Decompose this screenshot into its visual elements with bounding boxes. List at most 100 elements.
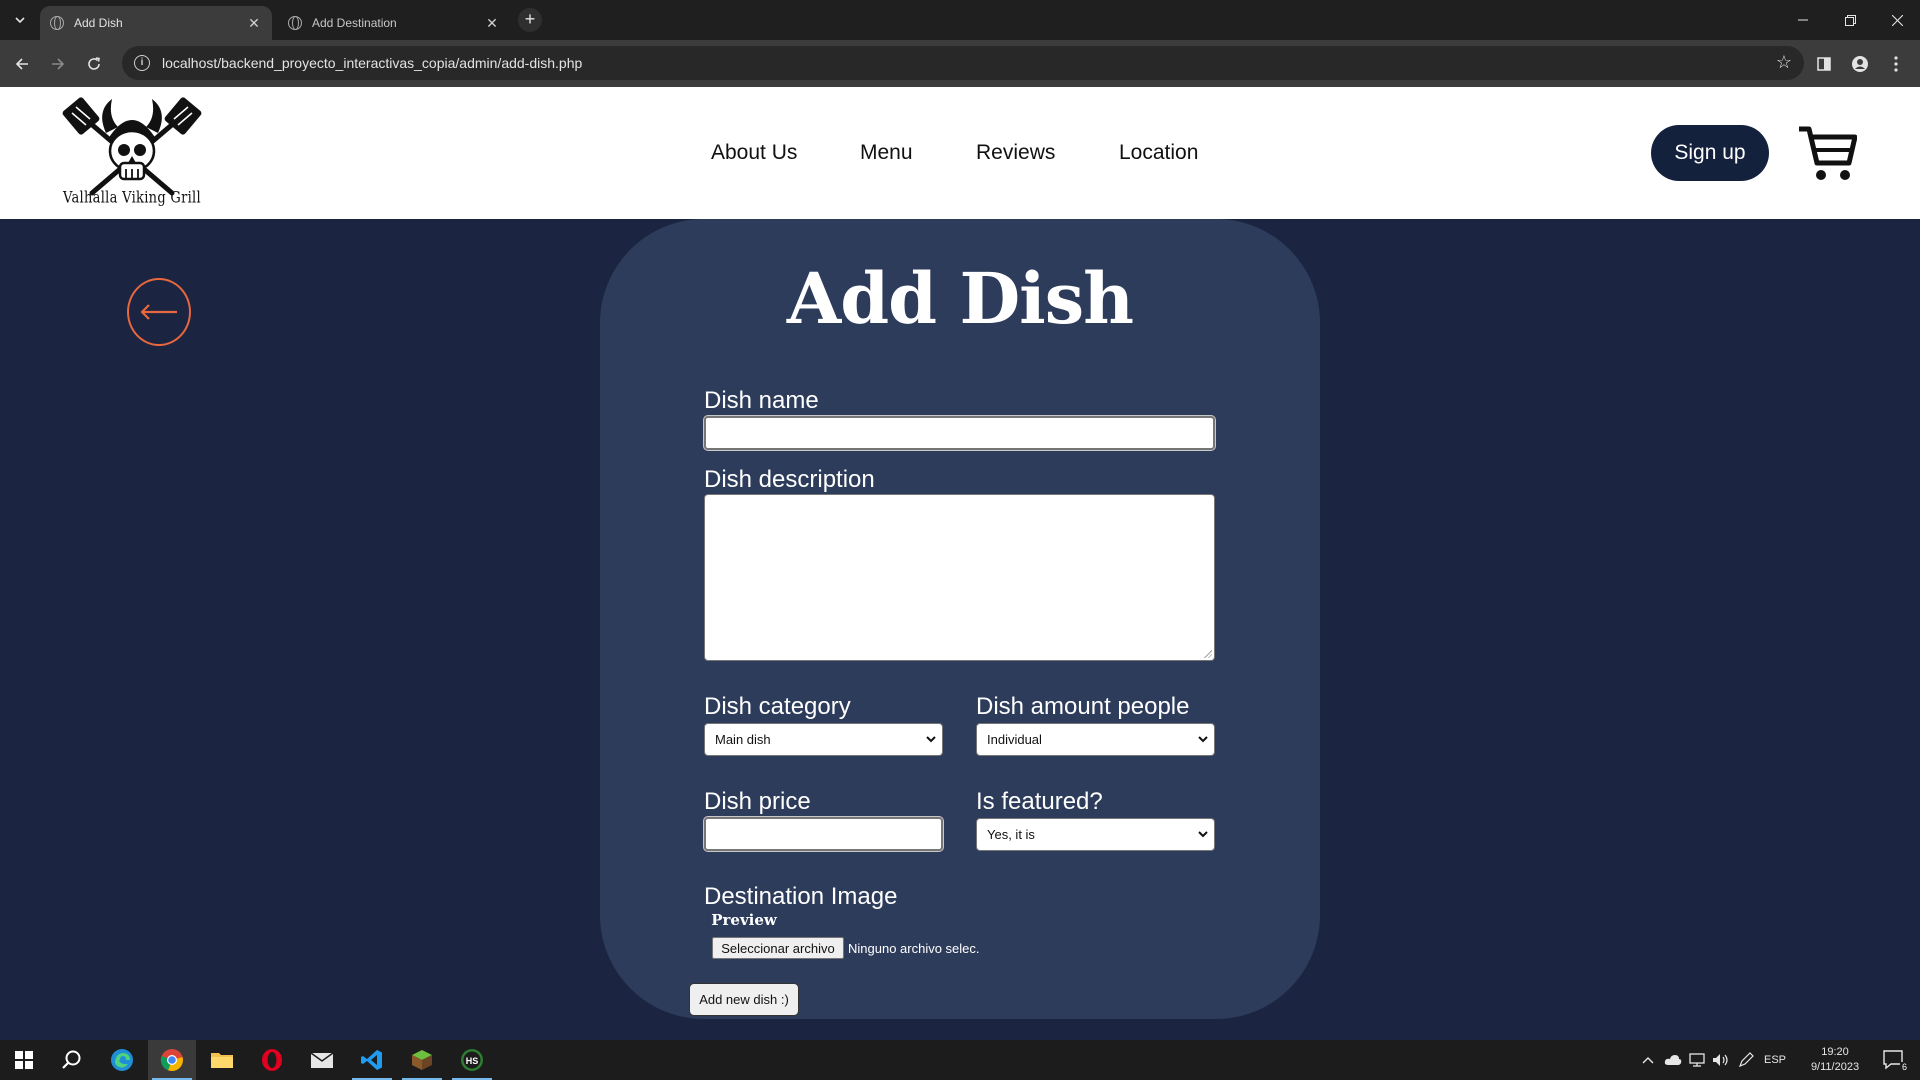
volume-icon[interactable] <box>1712 1053 1730 1067</box>
choose-file-button[interactable]: Seleccionar archivo <box>712 937 844 959</box>
browser-tab-bar: Add Dish ✕ Add Destination ✕ + <box>0 0 1920 40</box>
network-icon[interactable] <box>1688 1053 1706 1067</box>
arrow-right-icon <box>52 58 65 70</box>
image-preview: Preview <box>711 911 777 929</box>
page-title: Add Dish <box>786 257 1134 340</box>
taskbar-search[interactable] <box>48 1040 96 1080</box>
file-status-text: Ninguno archivo selec. <box>848 941 980 956</box>
profile-icon[interactable] <box>1848 52 1872 76</box>
dish-description-textarea[interactable] <box>704 494 1215 661</box>
nav-reviews[interactable]: Reviews <box>976 141 1055 165</box>
close-icon[interactable]: ✕ <box>484 15 500 32</box>
taskbar-mail[interactable] <box>298 1040 346 1080</box>
dish-price-label: Dish price <box>704 788 811 815</box>
onedrive-cloud-icon[interactable] <box>1664 1054 1682 1066</box>
mail-icon <box>310 1052 334 1068</box>
search-icon <box>62 1050 81 1069</box>
notification-center-button[interactable]: 6 <box>1872 1040 1916 1080</box>
address-bar[interactable]: i localhost/backend_proyecto_interactiva… <box>122 46 1804 80</box>
close-icon[interactable]: ✕ <box>246 15 262 32</box>
dish-name-input[interactable] <box>703 415 1216 451</box>
add-dish-page: Add Dish Dish name Dish description Dish… <box>0 219 1920 1040</box>
vscode-icon <box>361 1050 382 1070</box>
shopping-cart-icon[interactable] <box>1797 123 1857 183</box>
clock-date: 9/11/2023 <box>1810 1061 1860 1073</box>
browser-toolbar: i localhost/backend_proyecto_interactiva… <box>0 40 1920 87</box>
back-button[interactable] <box>127 278 191 346</box>
site-header: Valhalla Viking Grill About Us Menu Revi… <box>0 87 1920 219</box>
chevron-down-icon <box>1198 831 1208 838</box>
is-featured-select[interactable]: Yes, it is <box>976 818 1215 851</box>
nav-about-us[interactable]: About Us <box>711 141 797 165</box>
dish-amount-people-label: Dish amount people <box>976 693 1190 720</box>
windows-start-button[interactable] <box>0 1040 48 1080</box>
dish-category-label: Dish category <box>704 693 851 720</box>
chevron-down-icon <box>926 736 936 743</box>
opera-icon <box>262 1049 282 1071</box>
chrome-icon <box>160 1049 183 1072</box>
window-close-button[interactable] <box>1874 0 1920 40</box>
restore-icon <box>1844 14 1856 26</box>
taskbar-vscode[interactable] <box>348 1040 396 1080</box>
is-featured-label: Is featured? <box>976 788 1103 815</box>
side-panel-icon[interactable] <box>1812 52 1836 76</box>
edge-icon <box>111 1049 133 1071</box>
taskbar-clock[interactable]: 19:20 9/11/2023 <box>1800 1045 1870 1075</box>
more-menu-icon[interactable] <box>1884 52 1908 76</box>
minimize-icon <box>1798 19 1808 21</box>
dish-name-label: Dish name <box>704 387 819 414</box>
globe-icon <box>50 16 64 30</box>
tab-search-button[interactable] <box>8 8 32 32</box>
notification-count-badge: 6 <box>1899 1062 1909 1072</box>
pen-icon[interactable] <box>1738 1052 1754 1068</box>
reload-button[interactable] <box>80 50 108 78</box>
dish-price-input[interactable] <box>703 816 944 852</box>
reload-icon <box>88 57 100 70</box>
new-tab-button[interactable]: + <box>518 8 542 32</box>
hs-app-icon: HS <box>461 1049 483 1071</box>
arrow-left-icon <box>15 58 28 70</box>
tab-title: Add Dish <box>74 16 123 30</box>
nav-menu[interactable]: Menu <box>860 141 913 165</box>
globe-icon <box>288 16 302 30</box>
taskbar-hs-app[interactable]: HS <box>448 1040 496 1080</box>
add-dish-form-panel: Add Dish Dish name Dish description Dish… <box>600 219 1320 1019</box>
resize-handle-icon[interactable] <box>1204 650 1212 658</box>
chevron-down-icon <box>1198 736 1208 743</box>
site-info-icon[interactable]: i <box>134 55 150 71</box>
windows-taskbar: HS ESP 19:20 9/11/2023 6 <box>0 1040 1920 1080</box>
input-language-indicator[interactable]: ESP <box>1764 1054 1786 1066</box>
chevron-up-icon[interactable] <box>1642 1055 1654 1065</box>
dish-description-label: Dish description <box>704 466 875 493</box>
system-tray: ESP <box>1642 1040 1786 1080</box>
add-new-dish-button[interactable]: Add new dish :) <box>689 983 799 1016</box>
close-icon <box>1891 14 1903 26</box>
back-button[interactable] <box>8 50 36 78</box>
forward-button[interactable] <box>44 50 72 78</box>
dish-category-select[interactable]: Main dish <box>704 723 943 756</box>
minimize-button[interactable] <box>1780 0 1826 40</box>
nav-location[interactable]: Location <box>1119 141 1198 165</box>
chevron-down-icon <box>15 17 25 24</box>
folder-icon <box>211 1053 233 1068</box>
taskbar-file-explorer[interactable] <box>198 1040 246 1080</box>
arrow-left-icon <box>140 304 177 320</box>
restore-button[interactable] <box>1827 0 1873 40</box>
sign-up-button[interactable]: Sign up <box>1651 125 1769 181</box>
url-text: localhost/backend_proyecto_interactivas_… <box>162 55 583 71</box>
dish-amount-people-select[interactable]: Individual <box>976 723 1215 756</box>
logo-wordmark: Valhalla Viking Grill <box>63 189 201 208</box>
bookmark-star-icon[interactable]: ☆ <box>1776 52 1792 73</box>
taskbar-opera[interactable] <box>248 1040 296 1080</box>
tab-add-destination[interactable]: Add Destination ✕ <box>278 6 510 40</box>
taskbar-chrome[interactable] <box>148 1040 196 1080</box>
destination-image-label: Destination Image <box>704 883 898 910</box>
minecraft-icon <box>412 1050 432 1070</box>
tab-title: Add Destination <box>312 16 397 30</box>
svg-text:HS: HS <box>466 1056 479 1066</box>
taskbar-edge[interactable] <box>98 1040 146 1080</box>
clock-time: 19:20 <box>1821 1046 1849 1058</box>
taskbar-minecraft[interactable] <box>398 1040 446 1080</box>
windows-logo-icon <box>15 1051 33 1069</box>
tab-add-dish[interactable]: Add Dish ✕ <box>40 6 272 40</box>
